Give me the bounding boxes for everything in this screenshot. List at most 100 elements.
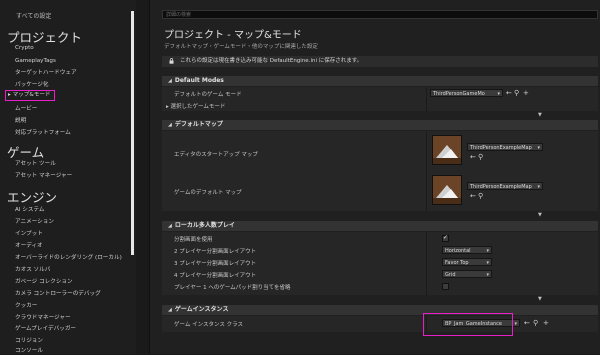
section-local-multiplayer[interactable]: ◢ ローカル多人数プレイ: [162, 221, 598, 231]
sidebar-item-input[interactable]: インプット: [15, 231, 43, 238]
expand-more-icon[interactable]: ▼: [538, 296, 542, 302]
skip-gamepad-label: プレイヤー 1 へのゲームパッド割り当てを省略: [174, 285, 291, 291]
sidebar-item-target-hardware[interactable]: ターゲットハードウェア: [15, 70, 77, 77]
column-separator: [426, 87, 427, 111]
sidebar-scrollbar[interactable]: [131, 11, 134, 255]
section-default-maps-title: デフォルトマップ: [174, 121, 223, 128]
expand-more-icon[interactable]: ▼: [538, 112, 542, 118]
use-splitscreen-label: 分割画面を使用: [174, 237, 213, 243]
category-engine: エンジン: [7, 190, 58, 205]
chevron-down-icon: ▾: [537, 145, 540, 151]
section-default-modes-title: Default Modes: [174, 77, 224, 84]
sidebar-item-crypto[interactable]: Crypto: [15, 45, 34, 52]
default-game-mode-value: ThirdPersonGameMo: [433, 91, 485, 97]
column-separator: [426, 232, 427, 295]
arrow-left-icon[interactable]: ←: [470, 154, 476, 161]
chevron-down-icon: ▾: [497, 91, 500, 97]
four-player-layout-value: Grid: [445, 272, 456, 278]
default-game-mode-combo[interactable]: ThirdPersonGameMo ▾: [430, 89, 503, 97]
sidebar-item-maps-modes-label: マップ&モード: [12, 92, 51, 98]
browse-icon[interactable]: ⚲: [533, 320, 538, 327]
section-default-modes[interactable]: ◢ Default Modes: [162, 76, 598, 86]
config-notice: これらの設定は現在書き込み可能な DefaultEngine.ini に保存され…: [162, 56, 598, 67]
sidebar-item-maps-modes[interactable]: ▸ マップ&モード: [5, 90, 55, 101]
sidebar-item-chaos-solver[interactable]: カオス ソルバ: [15, 267, 50, 274]
chevron-down-icon: ▾: [537, 184, 540, 190]
two-player-layout-value: Horizontal: [445, 248, 471, 254]
section-local-multiplayer-title: ローカル多人数プレイ: [174, 222, 235, 229]
plus-icon[interactable]: +: [543, 320, 549, 327]
chevron-down-icon: ▾: [486, 260, 489, 266]
sidebar-item-audio[interactable]: オーディオ: [15, 243, 43, 250]
browse-icon[interactable]: ⚲: [478, 193, 483, 200]
chevron-down-icon: ◢: [168, 122, 172, 128]
settings-sidebar: すべての設定 プロジェクト Crypto GameplayTags ターゲットハ…: [0, 0, 136, 354]
game-default-map-value: ThirdPersonExampleMap: [470, 184, 532, 190]
sidebar-item-garbage-collection[interactable]: ガベージ コレクション: [15, 279, 73, 286]
notice-text: これらの設定は現在書き込み可能な DefaultEngine.ini に保存され…: [180, 58, 363, 64]
page-subtitle: デフォルトマップ・ゲームモード・他のマップに関連した設定: [164, 44, 318, 50]
four-player-layout-label: 4 プレイヤー分割画面レイアウト: [174, 273, 257, 279]
page-title: プロジェクト - マップ&モード: [164, 30, 302, 41]
browse-icon[interactable]: ⚲: [478, 154, 483, 161]
three-player-layout-value: Favor Top: [445, 260, 469, 266]
selected-game-mode-label[interactable]: ▸ 選択したゲームモード: [166, 102, 225, 110]
game-instance-rows: ゲーム インスタンス クラス BP_Jam_GameInstance ▾ ← ⚲ …: [162, 316, 598, 332]
sidebar-item-supported-platforms[interactable]: 対応プラットフォーム: [15, 130, 71, 137]
selected-game-mode-text: 選択したゲームモード: [170, 104, 226, 110]
sidebar-item-cooker[interactable]: クッカー: [15, 303, 37, 310]
expand-more-icon[interactable]: ▼: [538, 212, 542, 218]
skip-gamepad-checkbox[interactable]: [442, 283, 449, 290]
sidebar-item-rendering-overrides[interactable]: オーバーライドのレンダリング (ローカル): [15, 255, 122, 262]
sidebar-item-gameplaytags[interactable]: GameplayTags: [15, 58, 56, 65]
four-player-layout-combo[interactable]: Grid ▾: [442, 270, 492, 278]
sidebar-item-ai-system[interactable]: AI システム: [15, 207, 44, 214]
three-player-layout-combo[interactable]: Favor Top ▾: [442, 258, 492, 266]
section-game-instance-title: ゲームインスタンス: [174, 306, 229, 313]
editor-startup-map-thumbnail: [432, 135, 462, 165]
two-player-layout-combo[interactable]: Horizontal ▾: [442, 246, 492, 254]
section-default-maps[interactable]: ◢ デフォルトマップ: [162, 120, 598, 130]
chevron-down-icon: ◢: [168, 78, 172, 84]
sidebar-item-gameplay-debugger[interactable]: ゲームプレイデバッガー: [15, 326, 76, 333]
sidebar-item-asset-tools[interactable]: アセット ツール: [15, 161, 56, 168]
chevron-down-icon: ▾: [514, 321, 517, 327]
sidebar-item-camera-controller-debug[interactable]: カメラ コントローラーのデバッグ: [15, 291, 101, 298]
sidebar-item-cloud-manager[interactable]: クラウドマネージャー: [15, 315, 71, 322]
editor-startup-map-value: ThirdPersonExampleMap: [470, 145, 532, 151]
three-player-layout-label: 3 プレイヤー分割画面レイアウト: [174, 261, 257, 267]
editor-startup-map-label: エディタのスタートアップ マップ: [174, 152, 258, 158]
sidebar-item-animation[interactable]: アニメーション: [15, 219, 54, 226]
chevron-down-icon: ◢: [168, 223, 172, 229]
arrow-left-icon[interactable]: ←: [506, 90, 512, 97]
chevron-down-icon: ▾: [486, 272, 489, 278]
arrow-left-icon[interactable]: ←: [470, 193, 476, 200]
arrow-left-icon[interactable]: ←: [524, 320, 530, 327]
sidebar-item-packaging[interactable]: パッケージ化: [15, 82, 48, 89]
category-game: ゲーム: [7, 145, 45, 160]
two-player-layout-label: 2 プレイヤー分割画面レイアウト: [174, 249, 257, 255]
sidebar-item-collision[interactable]: コリジョン: [15, 338, 43, 345]
game-instance-highlight: [423, 313, 513, 336]
category-project: プロジェクト: [7, 30, 83, 45]
browse-icon[interactable]: ⚲: [514, 90, 519, 97]
default-maps-rows: エディタのスタートアップ マップ ThirdPersonExampleMap ▾ …: [162, 131, 598, 211]
local-multiplayer-rows: 分割画面を使用 2 プレイヤー分割画面レイアウト Horizontal ▾ 3 プ…: [162, 232, 598, 295]
section-game-instance[interactable]: ◢ ゲームインスタンス: [162, 305, 598, 315]
sidebar-item-movies[interactable]: ムービー: [15, 106, 37, 113]
game-default-map-combo[interactable]: ThirdPersonExampleMap ▾: [467, 182, 543, 190]
all-settings-link[interactable]: すべての設定: [16, 11, 51, 20]
chevron-down-icon: ▾: [486, 248, 489, 254]
map-thumbnail-icon: [433, 176, 461, 204]
plus-icon[interactable]: +: [523, 90, 529, 97]
settings-main-panel: 詳細の検索 プロジェクト - マップ&モード デフォルトマップ・ゲームモード・他…: [150, 0, 600, 354]
game-default-map-thumbnail: [432, 175, 462, 205]
game-default-map-label: ゲームのデフォルト マップ: [174, 190, 242, 196]
editor-startup-map-combo[interactable]: ThirdPersonExampleMap ▾: [467, 143, 543, 151]
sidebar-item-description[interactable]: 説明: [15, 118, 26, 125]
map-thumbnail-icon: [433, 136, 461, 164]
search-input[interactable]: 詳細の検索: [162, 10, 598, 19]
use-splitscreen-checkbox[interactable]: [442, 234, 449, 242]
sidebar-item-asset-manager[interactable]: アセット マネージャー: [15, 173, 72, 180]
game-instance-class-label: ゲーム インスタンス クラス: [174, 322, 244, 328]
